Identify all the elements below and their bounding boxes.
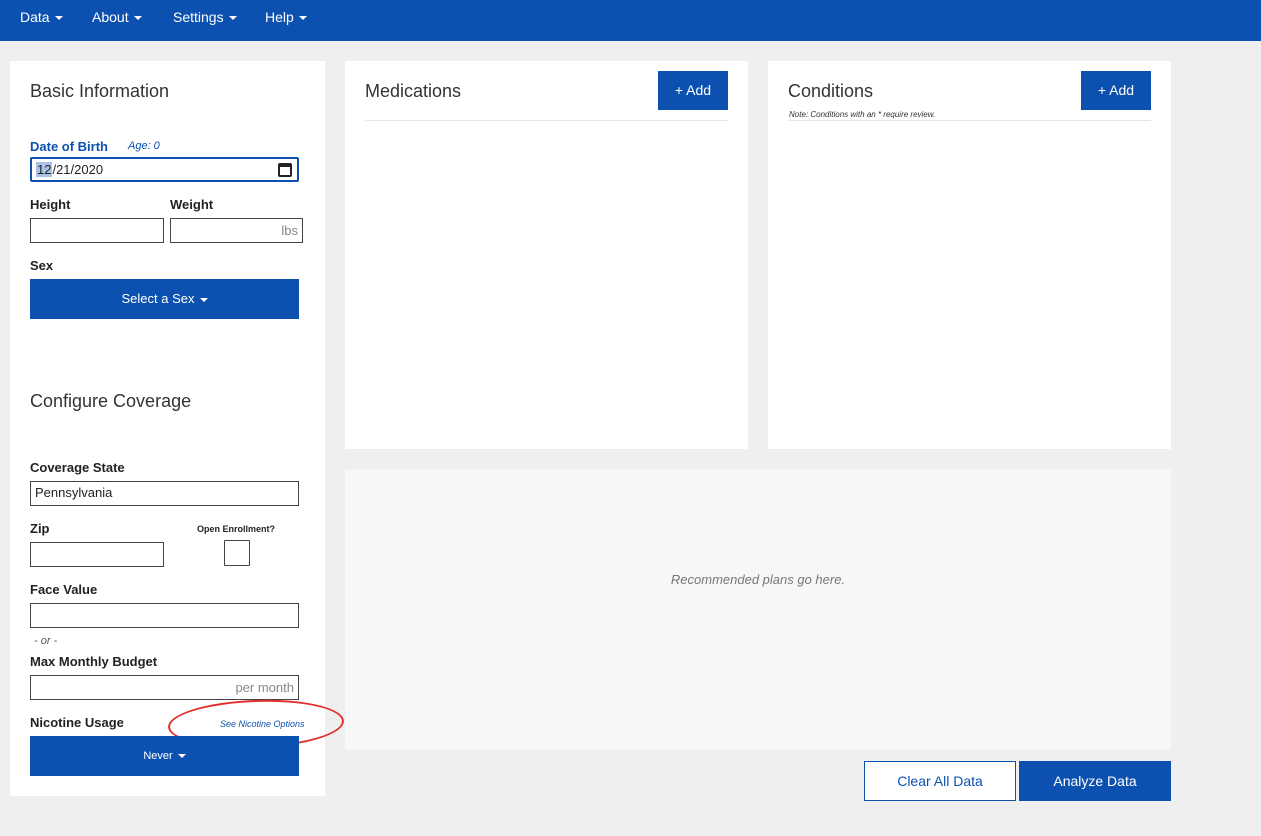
age-label: Age: 0 [128,140,160,152]
nav-settings-menu[interactable]: Settings [173,0,237,34]
recommended-plans-panel [345,469,1171,750]
conditions-note: Note: Conditions with an * require revie… [789,110,936,119]
configure-coverage-title: Configure Coverage [30,391,192,411]
face-value-input[interactable] [30,603,299,628]
coverage-state-input[interactable]: Pennsylvania [30,481,299,506]
zip-input[interactable] [30,542,164,567]
caret-down-icon [133,16,142,21]
open-enrollment-label: Open Enrollment? [197,524,276,534]
nav-data-menu[interactable]: Data [20,0,63,34]
caret-down-icon [228,16,237,21]
calendar-icon[interactable] [278,163,292,177]
add-condition-button[interactable]: + Add [1081,71,1151,110]
medications-title: Medications [365,81,462,101]
coverage-state-label: Coverage State [30,460,125,475]
weight-label: Weight [170,197,214,212]
dob-month: 12 [36,162,53,177]
zip-label: Zip [30,521,50,536]
max-budget-input[interactable]: per month [30,675,299,700]
top-navbar: Data About Settings Help [0,0,1261,41]
dob-label: Date of Birth [30,139,108,154]
caret-down-icon [177,754,186,759]
conditions-divider [788,120,1151,121]
add-medication-button[interactable]: + Add [658,71,728,110]
height-label: Height [30,197,71,212]
height-input[interactable] [30,218,164,243]
nicotine-select-button[interactable]: Never [30,736,299,776]
weight-input[interactable]: lbs [170,218,303,243]
medications-divider [365,120,728,121]
basic-info-title: Basic Information [30,81,170,101]
nav-about-menu[interactable]: About [92,0,142,34]
dob-input[interactable]: 12/21/2020 [30,157,299,182]
open-enrollment-checkbox[interactable] [224,540,250,566]
caret-down-icon [54,16,63,21]
sex-label: Sex [30,258,54,273]
nicotine-label: Nicotine Usage [30,715,124,730]
caret-down-icon [298,16,307,21]
sex-select-button[interactable]: Select a Sex [30,279,299,319]
or-separator: - or - [34,635,58,647]
dob-day-year: /21/2020 [52,162,104,177]
max-budget-label: Max Monthly Budget [30,654,158,669]
caret-down-icon [199,297,208,302]
nav-help-menu[interactable]: Help [265,0,307,34]
budget-suffix: per month [235,680,294,695]
analyze-data-button[interactable]: Analyze Data [1019,761,1171,801]
plans-placeholder: Recommended plans go here. [670,572,846,587]
weight-suffix: lbs [281,223,298,238]
conditions-title: Conditions [788,81,874,101]
clear-all-data-button[interactable]: Clear All Data [864,761,1016,801]
face-value-label: Face Value [30,582,98,597]
